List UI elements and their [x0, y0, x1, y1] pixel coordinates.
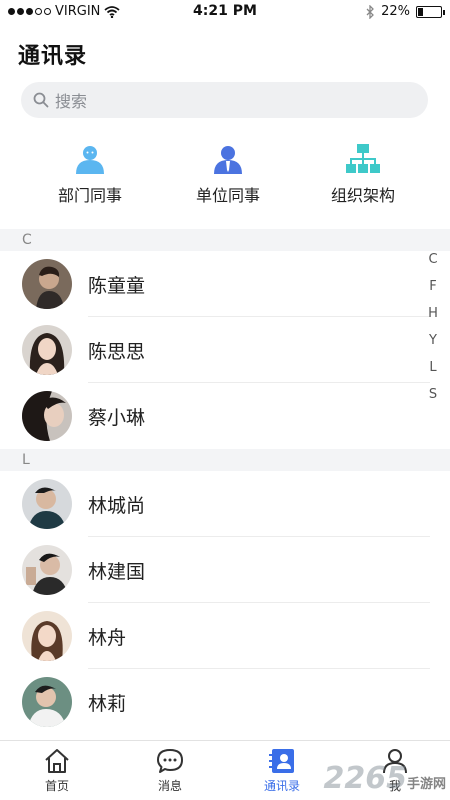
search-input[interactable]: 搜索: [21, 82, 428, 118]
section-header-c: C: [0, 229, 450, 251]
battery-percent: 22%: [381, 4, 410, 19]
home-icon: [45, 749, 69, 773]
avatar: [22, 611, 72, 661]
contact-name: 林莉: [88, 693, 127, 715]
contact-name: 陈童童: [88, 275, 146, 297]
search-icon: [33, 92, 49, 108]
unit-colleagues-icon: [214, 146, 242, 174]
contact-name: 陈思思: [88, 341, 146, 363]
alpha-index-letter[interactable]: C: [424, 252, 442, 279]
tab-label: 消息: [157, 779, 182, 793]
avatar: [22, 259, 72, 309]
tab-home[interactable]: 首页: [12, 747, 102, 794]
contact-row[interactable]: 林舟: [0, 603, 430, 669]
watermark-sub: 手游网: [406, 777, 446, 792]
contact-row[interactable]: 林莉: [0, 669, 430, 735]
tab-contacts[interactable]: 通讯录: [237, 747, 327, 794]
contact-name: 林舟: [88, 627, 127, 649]
unit-colleagues-label: 单位同事: [195, 186, 260, 205]
tab-label: 通讯录: [263, 779, 300, 793]
contact-row[interactable]: 林城尚: [0, 471, 430, 537]
contact-name: 林城尚: [88, 495, 146, 517]
avatar: [22, 677, 72, 727]
search-placeholder: 搜索: [55, 92, 88, 111]
contact-row[interactable]: 蔡小琳: [0, 383, 430, 449]
org-chart-button[interactable]: 组织架构: [303, 142, 423, 206]
department-colleagues-button[interactable]: 部门同事: [30, 142, 150, 206]
unit-colleagues-button[interactable]: 单位同事: [168, 142, 288, 206]
alpha-index-letter[interactable]: F: [424, 279, 442, 306]
tab-messages[interactable]: 消息: [125, 747, 215, 794]
alphabet-index[interactable]: C F H Y L S: [424, 252, 442, 414]
contact-name: 林建国: [88, 561, 146, 583]
bluetooth-icon: [366, 4, 375, 19]
tab-label: 首页: [44, 779, 69, 793]
department-colleagues-icon: [76, 146, 104, 174]
status-bar: VIRGIN 4:21 PM 22%: [0, 0, 450, 24]
avatar: [22, 479, 72, 529]
alpha-index-letter[interactable]: L: [424, 360, 442, 387]
contact-row[interactable]: 陈童童: [0, 251, 430, 317]
battery-fill: [418, 7, 424, 16]
contact-row[interactable]: 林建国: [0, 537, 430, 603]
message-icon: [157, 749, 183, 773]
battery-icon: [416, 5, 445, 18]
section-header-l: L: [0, 449, 450, 471]
quick-entries: 部门同事 单位同事 组织架构: [0, 142, 450, 212]
status-right: 22%: [366, 4, 445, 19]
avatar: [22, 545, 72, 595]
alpha-index-letter[interactable]: Y: [424, 333, 442, 360]
contact-name: 蔡小琳: [88, 407, 146, 429]
org-chart-icon: [346, 144, 380, 173]
watermark: 2265手游网: [323, 761, 446, 796]
alpha-index-letter[interactable]: S: [424, 387, 442, 414]
watermark-text: 2265: [323, 761, 407, 796]
avatar: [22, 325, 72, 375]
avatar: [22, 391, 72, 441]
contact-row[interactable]: 陈思思: [0, 317, 430, 383]
alpha-index-letter[interactable]: H: [424, 306, 442, 333]
org-chart-label: 组织架构: [330, 186, 395, 205]
department-colleagues-label: 部门同事: [57, 186, 122, 205]
page-title: 通讯录: [18, 44, 88, 69]
contacts-icon: [269, 749, 294, 773]
